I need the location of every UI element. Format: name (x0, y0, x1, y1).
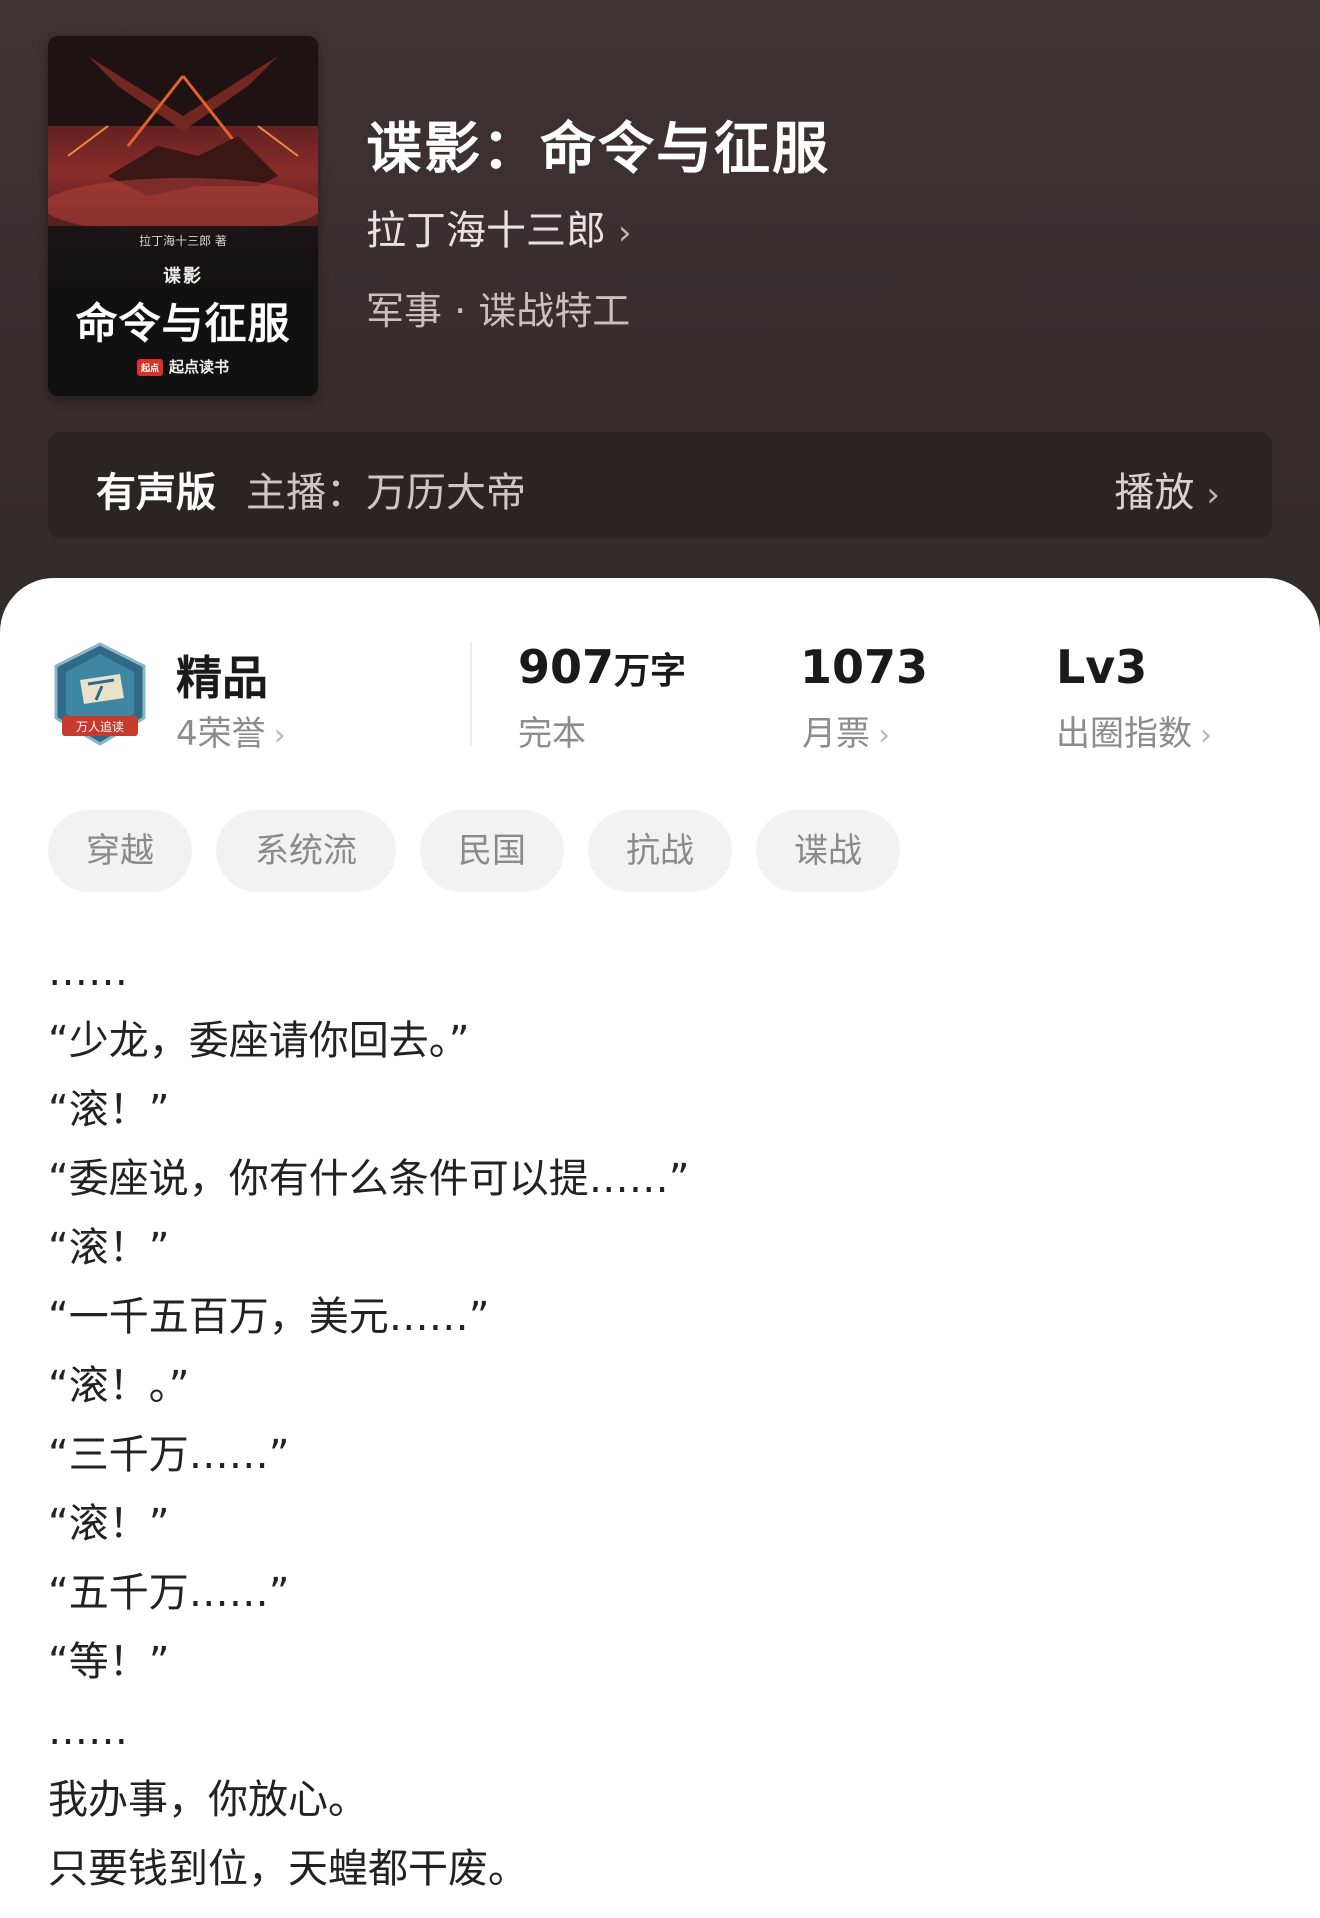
synopsis-line: 只要钱到位，天蝗都干废。 (48, 1846, 528, 1892)
monthly-votes-link[interactable]: 月票 › (802, 706, 890, 755)
audio-play-label: 播放 (1114, 470, 1195, 516)
honors-label: 4荣誉 (176, 714, 266, 754)
tag-chip[interactable]: 抗战 (588, 810, 732, 892)
quality-label: 精品 (176, 651, 268, 705)
synopsis-line: “滚！” (48, 1225, 170, 1271)
tag-chip[interactable]: 谍战 (756, 810, 900, 892)
synopsis-line: “滚！。” (48, 1363, 190, 1409)
cover-subtitle: 谍影 (163, 266, 203, 287)
word-count: 907万字 (518, 640, 686, 694)
book-genre: 军事 · 谍战特工 (366, 289, 631, 333)
synopsis-line: …… (48, 1708, 128, 1754)
honors-link[interactable]: 4荣誉 › (176, 706, 286, 755)
tag-chip[interactable]: 穿越 (48, 810, 192, 892)
level-value: Lv3 (1056, 640, 1148, 694)
book-synopsis[interactable]: …… “少龙，委座请你回去。” “滚！” “委座说，你有什么条件可以提……” “… (48, 938, 1272, 1904)
cover-publisher: 起点 起点读书 (48, 356, 318, 377)
book-status: 完本 (518, 714, 586, 754)
book-detail-card: 万人追读 精品 4荣誉 › 907万字 完本 1073 月票 › Lv3 出圈指数 ›… (0, 578, 1320, 1918)
tag-chip[interactable]: 民国 (420, 810, 564, 892)
chevron-right-icon: › (273, 718, 286, 753)
synopsis-line: …… (48, 949, 128, 995)
author-link[interactable]: 拉丁海十三郎 › (366, 198, 632, 256)
quality-badge-icon: 万人追读 (54, 642, 146, 746)
book-cover[interactable]: 拉丁海十三郎 著 谍影 命令与征服 起点 起点读书 (48, 36, 318, 396)
publisher-name: 起点读书 (169, 358, 230, 376)
audio-version-bar[interactable]: 有声版 主播：万历大帝 播放 › (48, 432, 1272, 538)
synopsis-line: “五千万……” (48, 1570, 290, 1616)
stats-divider (470, 642, 472, 746)
synopsis-line: “委座说，你有什么条件可以提……” (48, 1156, 690, 1202)
cover-title: 命令与征服 (75, 299, 291, 348)
monthly-votes-label: 月票 (802, 714, 870, 754)
synopsis-line: “滚！” (48, 1501, 170, 1547)
word-count-value: 907 (518, 640, 615, 694)
audio-play-button[interactable]: 播放 › (1114, 460, 1220, 518)
level-label: 出圈指数 (1056, 714, 1192, 754)
level-link[interactable]: 出圈指数 › (1056, 706, 1212, 755)
synopsis-line: “等！” (48, 1639, 170, 1685)
synopsis-line: “滚！” (48, 1087, 170, 1133)
audio-host: 主播：万历大帝 (246, 470, 526, 516)
book-header: 拉丁海十三郎 著 谍影 命令与征服 起点 起点读书 谍影：命令与征服 拉丁海十三郎… (0, 0, 1320, 640)
chevron-right-icon: › (1206, 475, 1220, 515)
badge-text: 万人追读 (76, 719, 124, 734)
cover-author: 拉丁海十三郎 著 (139, 234, 227, 248)
author-name: 拉丁海十三郎 (366, 208, 606, 254)
chevron-right-icon: › (1200, 718, 1212, 753)
synopsis-line: 我办事，你放心。 (48, 1777, 368, 1823)
synopsis-line: “一千五百万，美元……” (48, 1294, 490, 1340)
tag-chip[interactable]: 系统流 (216, 810, 396, 892)
book-title: 谍影：命令与征服 (366, 117, 830, 182)
synopsis-line: “少龙，委座请你回去。” (48, 1018, 470, 1064)
synopsis-line: “三千万……” (48, 1432, 290, 1478)
audio-tag: 有声版 (96, 470, 216, 516)
publisher-logo: 起点 (136, 359, 163, 376)
monthly-votes-value: 1073 (800, 640, 929, 694)
chevron-right-icon: › (878, 718, 890, 753)
word-count-unit: 万字 (614, 651, 687, 692)
chevron-right-icon: › (618, 213, 632, 253)
